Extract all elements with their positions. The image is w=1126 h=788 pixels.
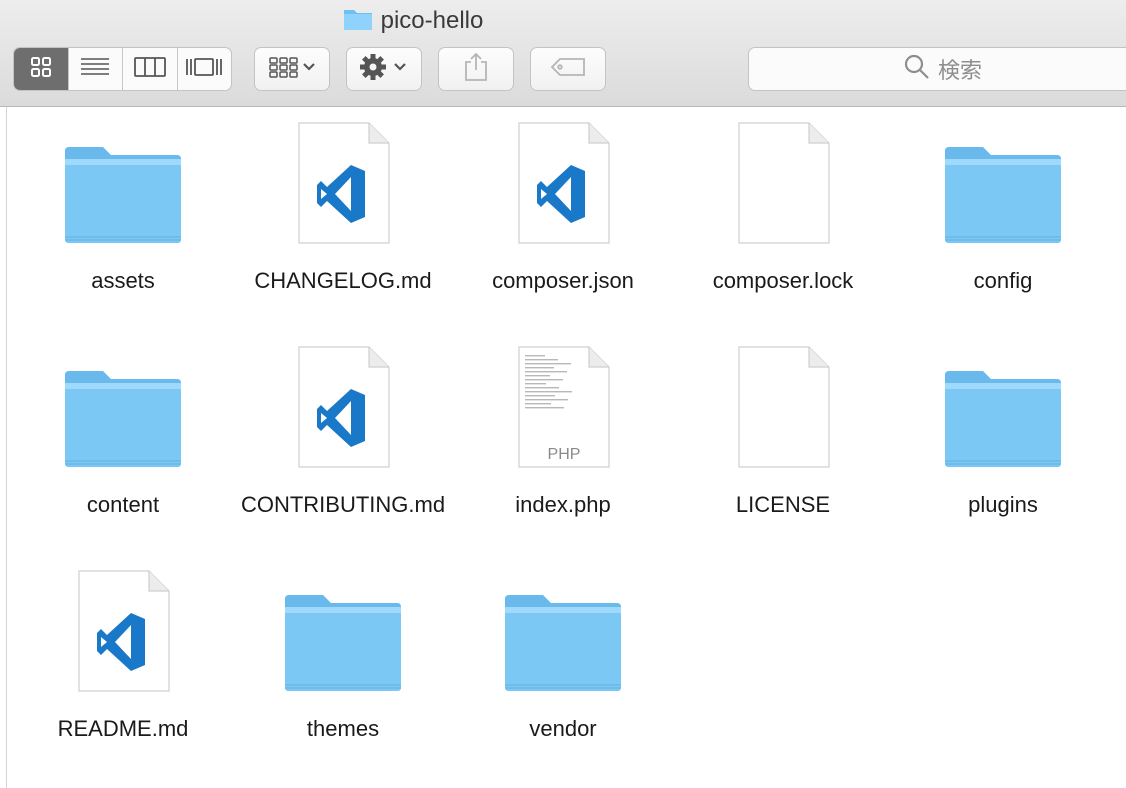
share-button[interactable] (438, 47, 514, 91)
file-item[interactable]: LICENSE (673, 331, 893, 555)
folder-icon (343, 7, 373, 36)
columns-icon (133, 56, 166, 82)
file-name-label: config (973, 268, 1033, 293)
file-name-label: index.php (515, 492, 611, 517)
file-name-label: README.md (57, 716, 189, 741)
icon-view-button[interactable] (14, 48, 69, 90)
folder-icon (943, 121, 1063, 245)
finder-toolbar: pico-hello 検索 (0, 0, 1126, 107)
window-title-text: pico-hello (380, 7, 484, 34)
file-name-label: plugins (968, 492, 1038, 517)
php-document-icon: PHP (503, 345, 623, 469)
search-field[interactable]: 検索 (748, 47, 1126, 91)
file-item[interactable]: composer.json (453, 107, 673, 331)
blank-document-icon (723, 345, 843, 469)
window-title: pico-hello (0, 6, 976, 36)
arrange-grid-icon (268, 55, 316, 84)
file-name-label: composer.lock (712, 268, 854, 293)
edit-tags-button[interactable] (530, 47, 606, 91)
action-button[interactable] (346, 47, 422, 91)
file-name-label: CONTRIBUTING.md (240, 492, 446, 517)
gear-icon (359, 53, 409, 86)
grid-icon (30, 56, 52, 83)
tag-icon (550, 57, 586, 82)
column-view-button[interactable] (123, 48, 178, 90)
file-name-label: themes (306, 716, 380, 741)
php-badge: PHP (548, 446, 581, 463)
folder-icon (943, 345, 1063, 469)
file-item[interactable]: config (893, 107, 1113, 331)
file-name-label: composer.json (492, 268, 634, 293)
file-item[interactable]: composer.lock (673, 107, 893, 331)
file-icon-grid: assets CHANGELOG.md composer.json compos… (6, 107, 1126, 788)
view-mode-segmented-control (13, 47, 232, 91)
file-item[interactable]: plugins (893, 331, 1113, 555)
blank-document-icon (723, 121, 843, 245)
file-item[interactable]: vendor (453, 555, 673, 779)
folder-icon (503, 569, 623, 693)
file-item[interactable]: themes (233, 555, 453, 779)
folder-icon (63, 121, 183, 245)
list-icon (80, 57, 110, 82)
gallery-view-button[interactable] (178, 48, 232, 90)
file-name-label: vendor (529, 716, 597, 741)
file-item[interactable]: PHP index.php (453, 331, 673, 555)
list-view-button[interactable] (69, 48, 123, 90)
file-item[interactable]: assets (13, 107, 233, 331)
folder-icon (283, 569, 403, 693)
file-name-label: content (86, 492, 160, 517)
file-item[interactable]: README.md (13, 555, 233, 779)
arrange-button[interactable] (254, 47, 330, 91)
search-icon (904, 54, 930, 85)
file-item[interactable]: content (13, 331, 233, 555)
search-placeholder: 検索 (937, 58, 982, 83)
file-item[interactable]: CHANGELOG.md (233, 107, 453, 331)
file-name-label: assets (91, 268, 155, 293)
share-icon (463, 52, 489, 87)
vscode-document-icon (63, 569, 183, 693)
file-name-label: LICENSE (735, 492, 831, 517)
vscode-document-icon (503, 121, 623, 245)
file-item[interactable]: CONTRIBUTING.md (233, 331, 453, 555)
vscode-document-icon (283, 121, 403, 245)
vscode-document-icon (283, 345, 403, 469)
file-name-label: CHANGELOG.md (254, 268, 432, 293)
gallery-icon (185, 56, 223, 83)
folder-icon (63, 345, 183, 469)
